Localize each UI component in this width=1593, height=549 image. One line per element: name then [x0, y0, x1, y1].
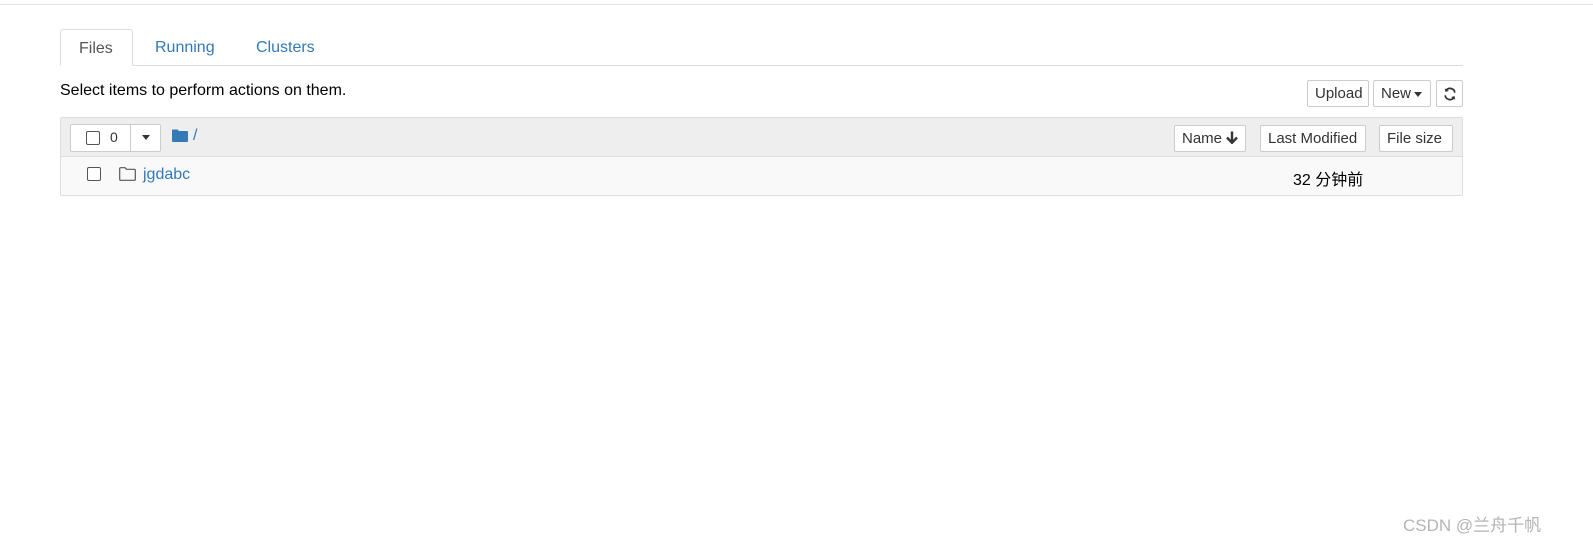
tab-files[interactable]: Files — [60, 29, 133, 66]
folder-outline-icon — [119, 167, 136, 181]
top-divider — [0, 4, 1593, 5]
sort-by-file-size-button[interactable]: File size — [1379, 125, 1453, 152]
select-all-checkbox[interactable] — [86, 131, 100, 145]
new-button-label: New — [1381, 85, 1412, 102]
select-all-group: 0 — [70, 124, 161, 152]
item-last-modified: 32 分钟前 — [1293, 172, 1364, 189]
breadcrumb-root[interactable]: / — [193, 127, 197, 145]
select-all-toggle[interactable]: 0 — [71, 125, 131, 151]
sort-name-label: Name — [1182, 130, 1223, 147]
folder-icon — [172, 129, 188, 142]
caret-down-icon — [1414, 91, 1423, 97]
selected-count: 0 — [110, 129, 118, 145]
caret-down-icon — [142, 134, 150, 140]
upload-button[interactable]: Upload — [1307, 80, 1369, 107]
sort-by-last-modified-button[interactable]: Last Modified — [1260, 125, 1366, 152]
selection-hint: Select items to perform actions on them. — [60, 82, 347, 99]
new-dropdown-button[interactable]: New — [1373, 80, 1431, 107]
sort-by-name-button[interactable]: Name — [1174, 125, 1246, 152]
file-list: 0 / Name Last Modified File size jgdabc … — [60, 117, 1463, 196]
select-options-dropdown[interactable] — [132, 125, 160, 151]
arrow-down-icon — [1226, 131, 1239, 145]
list-item[interactable]: jgdabc 32 分钟前 — [61, 157, 1462, 195]
refresh-icon — [1443, 87, 1456, 101]
watermark: CSDN @兰舟千帆 — [1403, 516, 1542, 535]
file-list-header: 0 / Name Last Modified File size — [61, 118, 1462, 157]
upload-button-label: Upload — [1315, 85, 1363, 102]
item-name-link[interactable]: jgdabc — [143, 166, 190, 184]
tab-bar: Files Running Clusters — [60, 29, 1463, 66]
tab-clusters[interactable]: Clusters — [238, 29, 333, 66]
refresh-button[interactable] — [1436, 80, 1463, 107]
tab-running[interactable]: Running — [137, 29, 233, 66]
sort-size-label: File size — [1387, 130, 1443, 147]
item-checkbox[interactable] — [87, 167, 101, 181]
sort-modified-label: Last Modified — [1268, 130, 1358, 147]
